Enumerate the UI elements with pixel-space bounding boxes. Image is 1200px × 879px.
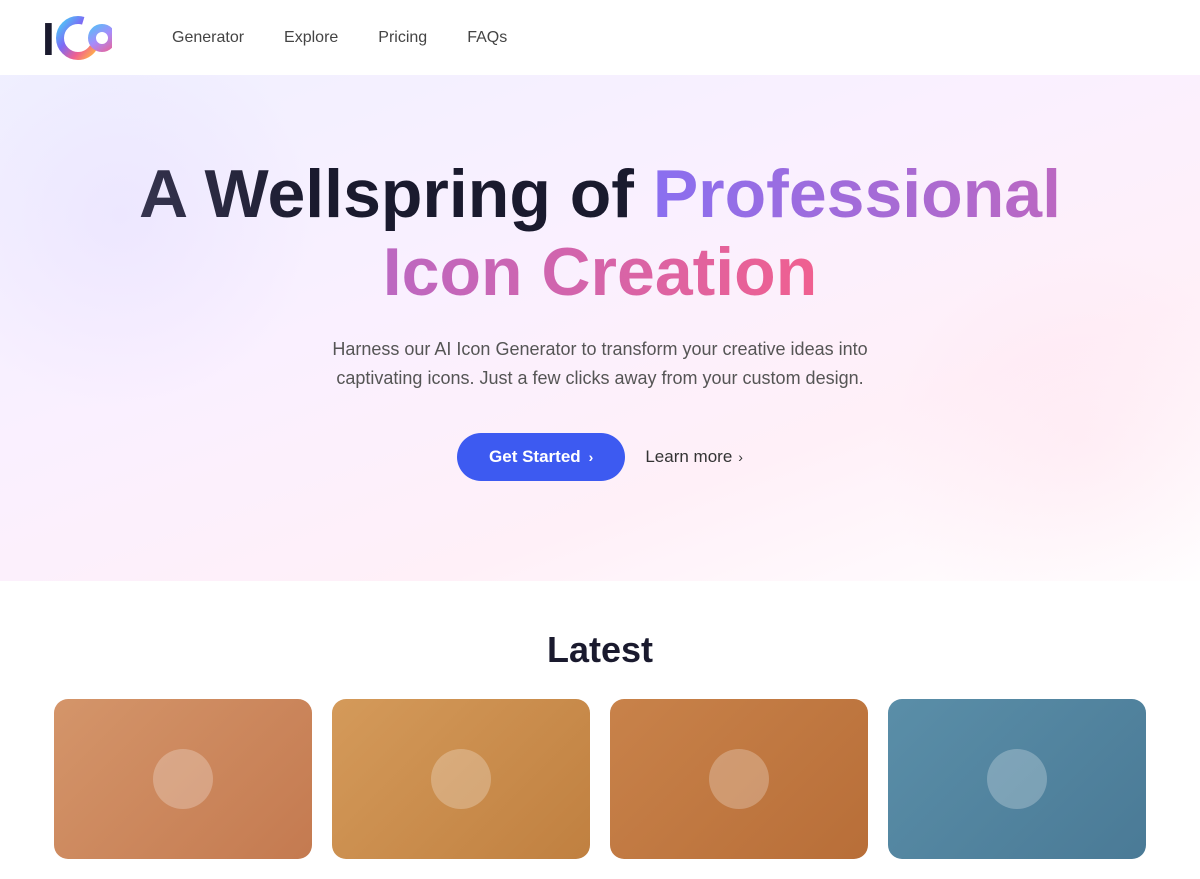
nav-item-generator[interactable]: Generator [172, 29, 244, 47]
logo-icon: I [40, 13, 112, 63]
chevron-right-icon: › [589, 449, 594, 465]
chevron-right-icon: › [738, 449, 743, 465]
nav-item-explore[interactable]: Explore [284, 29, 338, 47]
nav-link-faqs[interactable]: FAQs [467, 29, 507, 46]
nav-link-explore[interactable]: Explore [284, 29, 338, 46]
latest-card-3[interactable] [610, 699, 868, 859]
latest-title: Latest [40, 629, 1160, 671]
latest-section: Latest [0, 581, 1200, 879]
hero-actions: Get Started › Learn more › [40, 433, 1160, 481]
latest-card-2[interactable] [332, 699, 590, 859]
latest-card-4[interactable] [888, 699, 1146, 859]
nav-link-pricing[interactable]: Pricing [378, 29, 427, 46]
hero-subtitle: Harness our AI Icon Generator to transfo… [320, 335, 880, 393]
nav-link-generator[interactable]: Generator [172, 29, 244, 46]
get-started-button[interactable]: Get Started › [457, 433, 625, 481]
learn-more-button[interactable]: Learn more › [645, 447, 743, 467]
cards-row [40, 699, 1160, 859]
nav-links: Generator Explore Pricing FAQs [172, 29, 507, 47]
nav-item-faqs[interactable]: FAQs [467, 29, 507, 47]
nav-item-pricing[interactable]: Pricing [378, 29, 427, 47]
hero-section: A Wellspring of ProfessionalIcon Creatio… [0, 75, 1200, 581]
navbar: I Generator [0, 0, 1200, 75]
logo[interactable]: I [40, 13, 112, 63]
hero-title-plain: A Wellspring of [139, 156, 653, 232]
svg-text:I: I [42, 13, 55, 63]
latest-card-1[interactable] [54, 699, 312, 859]
hero-title: A Wellspring of ProfessionalIcon Creatio… [40, 155, 1160, 311]
